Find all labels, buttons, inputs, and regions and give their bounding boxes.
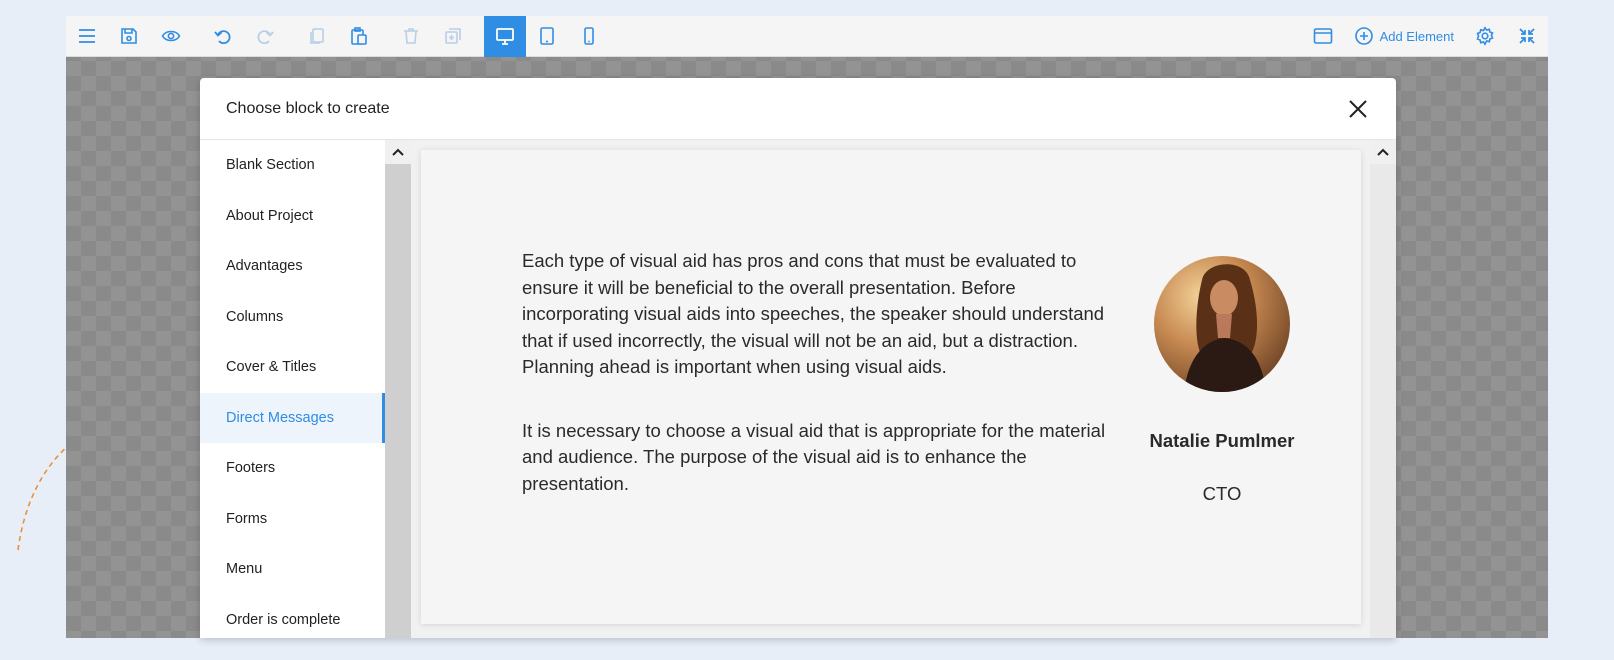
editor-toolbar: Add Element [66, 16, 1548, 57]
category-footers[interactable]: Footers [200, 443, 385, 494]
preview-eye-icon[interactable] [150, 16, 192, 57]
message-paragraph-2: It is necessary to choose a visual aid t… [522, 419, 1106, 494]
save-icon[interactable] [108, 16, 150, 57]
redo-icon[interactable] [244, 16, 286, 57]
category-columns[interactable]: Columns [200, 292, 385, 343]
message-paragraph-1: Each type of visual aid has pros and con… [522, 250, 1105, 377]
category-order-is-complete[interactable]: Order is complete [200, 595, 385, 639]
delete-icon[interactable] [390, 16, 432, 57]
undo-icon[interactable] [202, 16, 244, 57]
choose-block-modal: Choose block to create Blank Section Abo… [200, 78, 1396, 638]
category-about-project[interactable]: About Project [200, 191, 385, 242]
add-element-label: Add Element [1379, 28, 1454, 44]
category-blank-section[interactable]: Blank Section [200, 140, 385, 191]
mobile-icon[interactable] [568, 16, 610, 57]
collapse-icon[interactable] [1506, 16, 1548, 57]
person-role: CTO [1202, 483, 1242, 504]
message-text: Each type of visual aid has pros and con… [522, 248, 1122, 497]
avatar [1154, 256, 1290, 392]
paste-icon[interactable] [338, 16, 380, 57]
scroll-up-arrow-icon[interactable] [385, 140, 411, 164]
category-advantages[interactable]: Advantages [200, 241, 385, 292]
block-preview-card[interactable]: Each type of visual aid has pros and con… [421, 150, 1361, 624]
block-category-list: Blank Section About Project Advantages C… [200, 140, 385, 638]
category-menu[interactable]: Menu [200, 544, 385, 595]
duplicate-icon[interactable] [432, 16, 474, 57]
add-circle-icon [1354, 27, 1373, 45]
scroll-up-arrow-icon[interactable] [1370, 140, 1396, 164]
modal-header: Choose block to create [200, 78, 1396, 140]
person-name: Natalie Pumlmer [1149, 430, 1295, 451]
desktop-icon[interactable] [484, 16, 526, 57]
settings-gear-icon[interactable] [1464, 16, 1506, 57]
close-icon[interactable] [1346, 97, 1370, 121]
preview-scrollbar[interactable] [1370, 140, 1396, 638]
add-element-button[interactable]: Add Element [1344, 16, 1464, 56]
category-cover-titles[interactable]: Cover & Titles [200, 342, 385, 393]
copy-icon[interactable] [296, 16, 338, 57]
category-forms[interactable]: Forms [200, 494, 385, 545]
block-preview-area: Each type of visual aid has pros and con… [411, 140, 1396, 638]
menu-icon[interactable] [66, 16, 108, 57]
tablet-icon[interactable] [526, 16, 568, 57]
category-scrollbar[interactable] [385, 140, 411, 638]
browser-window-icon[interactable] [1302, 16, 1344, 57]
category-direct-messages[interactable]: Direct Messages [200, 392, 385, 443]
modal-title: Choose block to create [226, 99, 390, 117]
